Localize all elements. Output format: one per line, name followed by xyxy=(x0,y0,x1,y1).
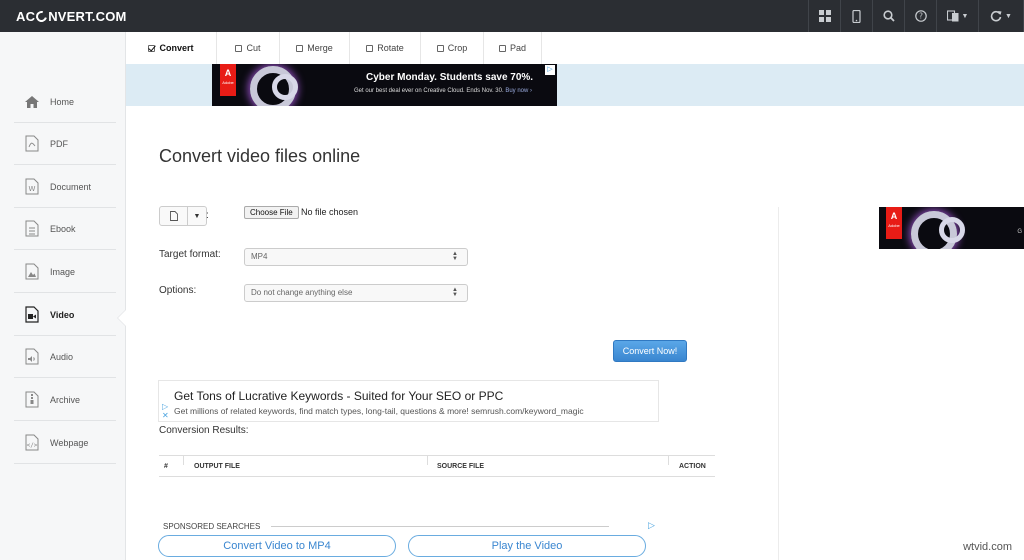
tool-tabs: Convert Cut Merge Rotate Crop Pad xyxy=(126,32,542,64)
ad-subtext: Get our best deal ever on Creative Cloud… xyxy=(354,88,532,94)
sidebar-item-label: Webpage xyxy=(50,437,89,448)
checkbox-icon xyxy=(366,44,374,52)
sidebar-item-label: Home xyxy=(50,96,75,107)
page-title: Convert video files online xyxy=(159,146,361,166)
target-format-label: Target format: xyxy=(159,249,221,260)
checkbox-icon xyxy=(436,44,444,52)
webpage-icon: </> xyxy=(23,434,41,452)
sponsored-label: SPONSORED SEARCHES xyxy=(163,522,261,531)
tab-merge[interactable]: Merge xyxy=(280,32,350,64)
select-arrows-icon: ▲ ▼ xyxy=(452,251,458,262)
sidebar-item-archive[interactable]: Archive xyxy=(14,379,116,421)
adobe-banner-ad[interactable]: A Adobe Cyber Monday. Students save 70%. … xyxy=(212,64,557,106)
results-title: Conversion Results: xyxy=(159,425,249,436)
column-header: # xyxy=(164,463,168,470)
video-icon xyxy=(23,306,41,324)
archive-icon xyxy=(23,391,41,409)
sidebar-item-video[interactable]: Video xyxy=(14,294,116,336)
sidebar-item-label: Image xyxy=(50,266,76,277)
sidebar-item-ebook[interactable]: Ebook xyxy=(14,208,116,250)
sponsored-divider xyxy=(271,526,609,527)
checkbox-icon xyxy=(235,44,243,52)
chevron-down-icon[interactable]: ▼ xyxy=(188,207,206,225)
convert-now-button[interactable]: Convert Now! xyxy=(613,340,687,362)
tab-rotate[interactable]: Rotate xyxy=(350,32,421,64)
active-indicator xyxy=(118,310,126,326)
column-divider xyxy=(778,207,779,560)
text-ad-headline[interactable]: Get Tons of Lucrative Keywords - Suited … xyxy=(174,389,503,403)
file-status: No file chosen xyxy=(301,207,359,217)
creative-cloud-inner-icon xyxy=(272,74,298,100)
search-icon[interactable] xyxy=(872,0,904,32)
sidebar-item-webpage[interactable]: </> Webpage xyxy=(14,422,116,464)
tab-cut[interactable]: Cut xyxy=(217,32,280,64)
sidebar-item-label: Document xyxy=(50,181,92,192)
ebook-icon xyxy=(23,220,41,238)
target-format-select[interactable]: MP4 ▲ ▼ xyxy=(244,248,468,266)
top-icon-group: ? ▼ ▼ xyxy=(808,0,1024,32)
ad-headline: Cyber Monday. Students save 70%. xyxy=(366,72,534,83)
image-icon xyxy=(23,263,41,281)
sponsored-link-convert-video[interactable]: Convert Video to MP4 xyxy=(158,535,396,557)
watermark: wtvid.com xyxy=(963,541,1012,553)
select-arrows-icon: ▲ ▼ xyxy=(452,287,458,298)
source-selector[interactable]: ▼ xyxy=(159,206,207,226)
sidebar-item-label: Audio xyxy=(50,351,74,362)
adobe-side-ad[interactable]: A Adobe G xyxy=(879,207,1024,249)
sidebar-item-audio[interactable]: Audio xyxy=(14,336,116,378)
logo-c-icon xyxy=(34,8,50,25)
tab-convert[interactable]: Convert xyxy=(126,32,217,64)
sidebar-item-pdf[interactable]: PDF xyxy=(14,123,116,165)
help-icon[interactable]: ? xyxy=(904,0,936,32)
top-navbar: AC NVERT.COM ? ▼ ▼ xyxy=(0,0,1024,32)
creative-cloud-inner-icon xyxy=(939,217,965,243)
column-header: ACTION xyxy=(679,463,706,470)
choose-file-button[interactable]: Choose File xyxy=(244,206,299,219)
home-icon xyxy=(23,93,41,111)
sidebar-item-home[interactable]: Home xyxy=(14,81,116,123)
options-select[interactable]: Do not change anything else ▲ ▼ xyxy=(244,284,468,302)
sidebar-item-label: Archive xyxy=(50,394,81,405)
column-header: OUTPUT FILE xyxy=(194,463,240,470)
checkbox-icon xyxy=(296,44,304,52)
svg-text:</>: </> xyxy=(27,442,38,449)
adobe-logo-icon: A Adobe xyxy=(886,207,902,239)
sponsored-link-play-video[interactable]: Play the Video xyxy=(408,535,646,557)
sidebar-item-label: PDF xyxy=(50,138,68,149)
sidebar-item-document[interactable]: W Document xyxy=(14,166,116,208)
column-header: SOURCE FILE xyxy=(437,463,485,470)
language-icon[interactable]: ▼ xyxy=(936,0,978,32)
mobile-icon[interactable] xyxy=(840,0,872,32)
file-icon[interactable] xyxy=(160,207,188,225)
sidebar-item-label: Video xyxy=(50,309,75,320)
sidebar-item-label: Ebook xyxy=(50,223,76,234)
adchoices-icon[interactable]: ▷ xyxy=(648,520,655,531)
audio-icon xyxy=(23,348,41,366)
adchoices-icon[interactable]: ▷ xyxy=(545,65,555,75)
checkbox-checked-icon xyxy=(148,44,156,52)
svg-text:?: ? xyxy=(919,12,923,21)
options-label: Options: xyxy=(159,285,197,296)
adchoices-icon[interactable]: ▷ ✕ xyxy=(162,402,169,420)
site-logo[interactable]: AC NVERT.COM xyxy=(16,8,127,25)
pdf-icon xyxy=(23,135,41,153)
checkbox-icon xyxy=(498,44,506,52)
text-ad[interactable]: Get Tons of Lucrative Keywords - Suited … xyxy=(158,380,659,422)
document-icon: W xyxy=(23,178,41,196)
refresh-icon[interactable]: ▼ xyxy=(978,0,1024,32)
results-table-header: # OUTPUT FILE SOURCE FILE ACTION xyxy=(159,455,715,477)
grid-icon[interactable] xyxy=(808,0,840,32)
tab-pad[interactable]: Pad xyxy=(484,32,542,64)
tab-crop[interactable]: Crop xyxy=(421,32,484,64)
svg-text:W: W xyxy=(29,185,36,193)
adobe-logo-icon: A Adobe xyxy=(220,64,236,96)
text-ad-description: Get millions of related keywords, find m… xyxy=(174,406,584,416)
sidebar-item-image[interactable]: Image xyxy=(14,251,116,293)
